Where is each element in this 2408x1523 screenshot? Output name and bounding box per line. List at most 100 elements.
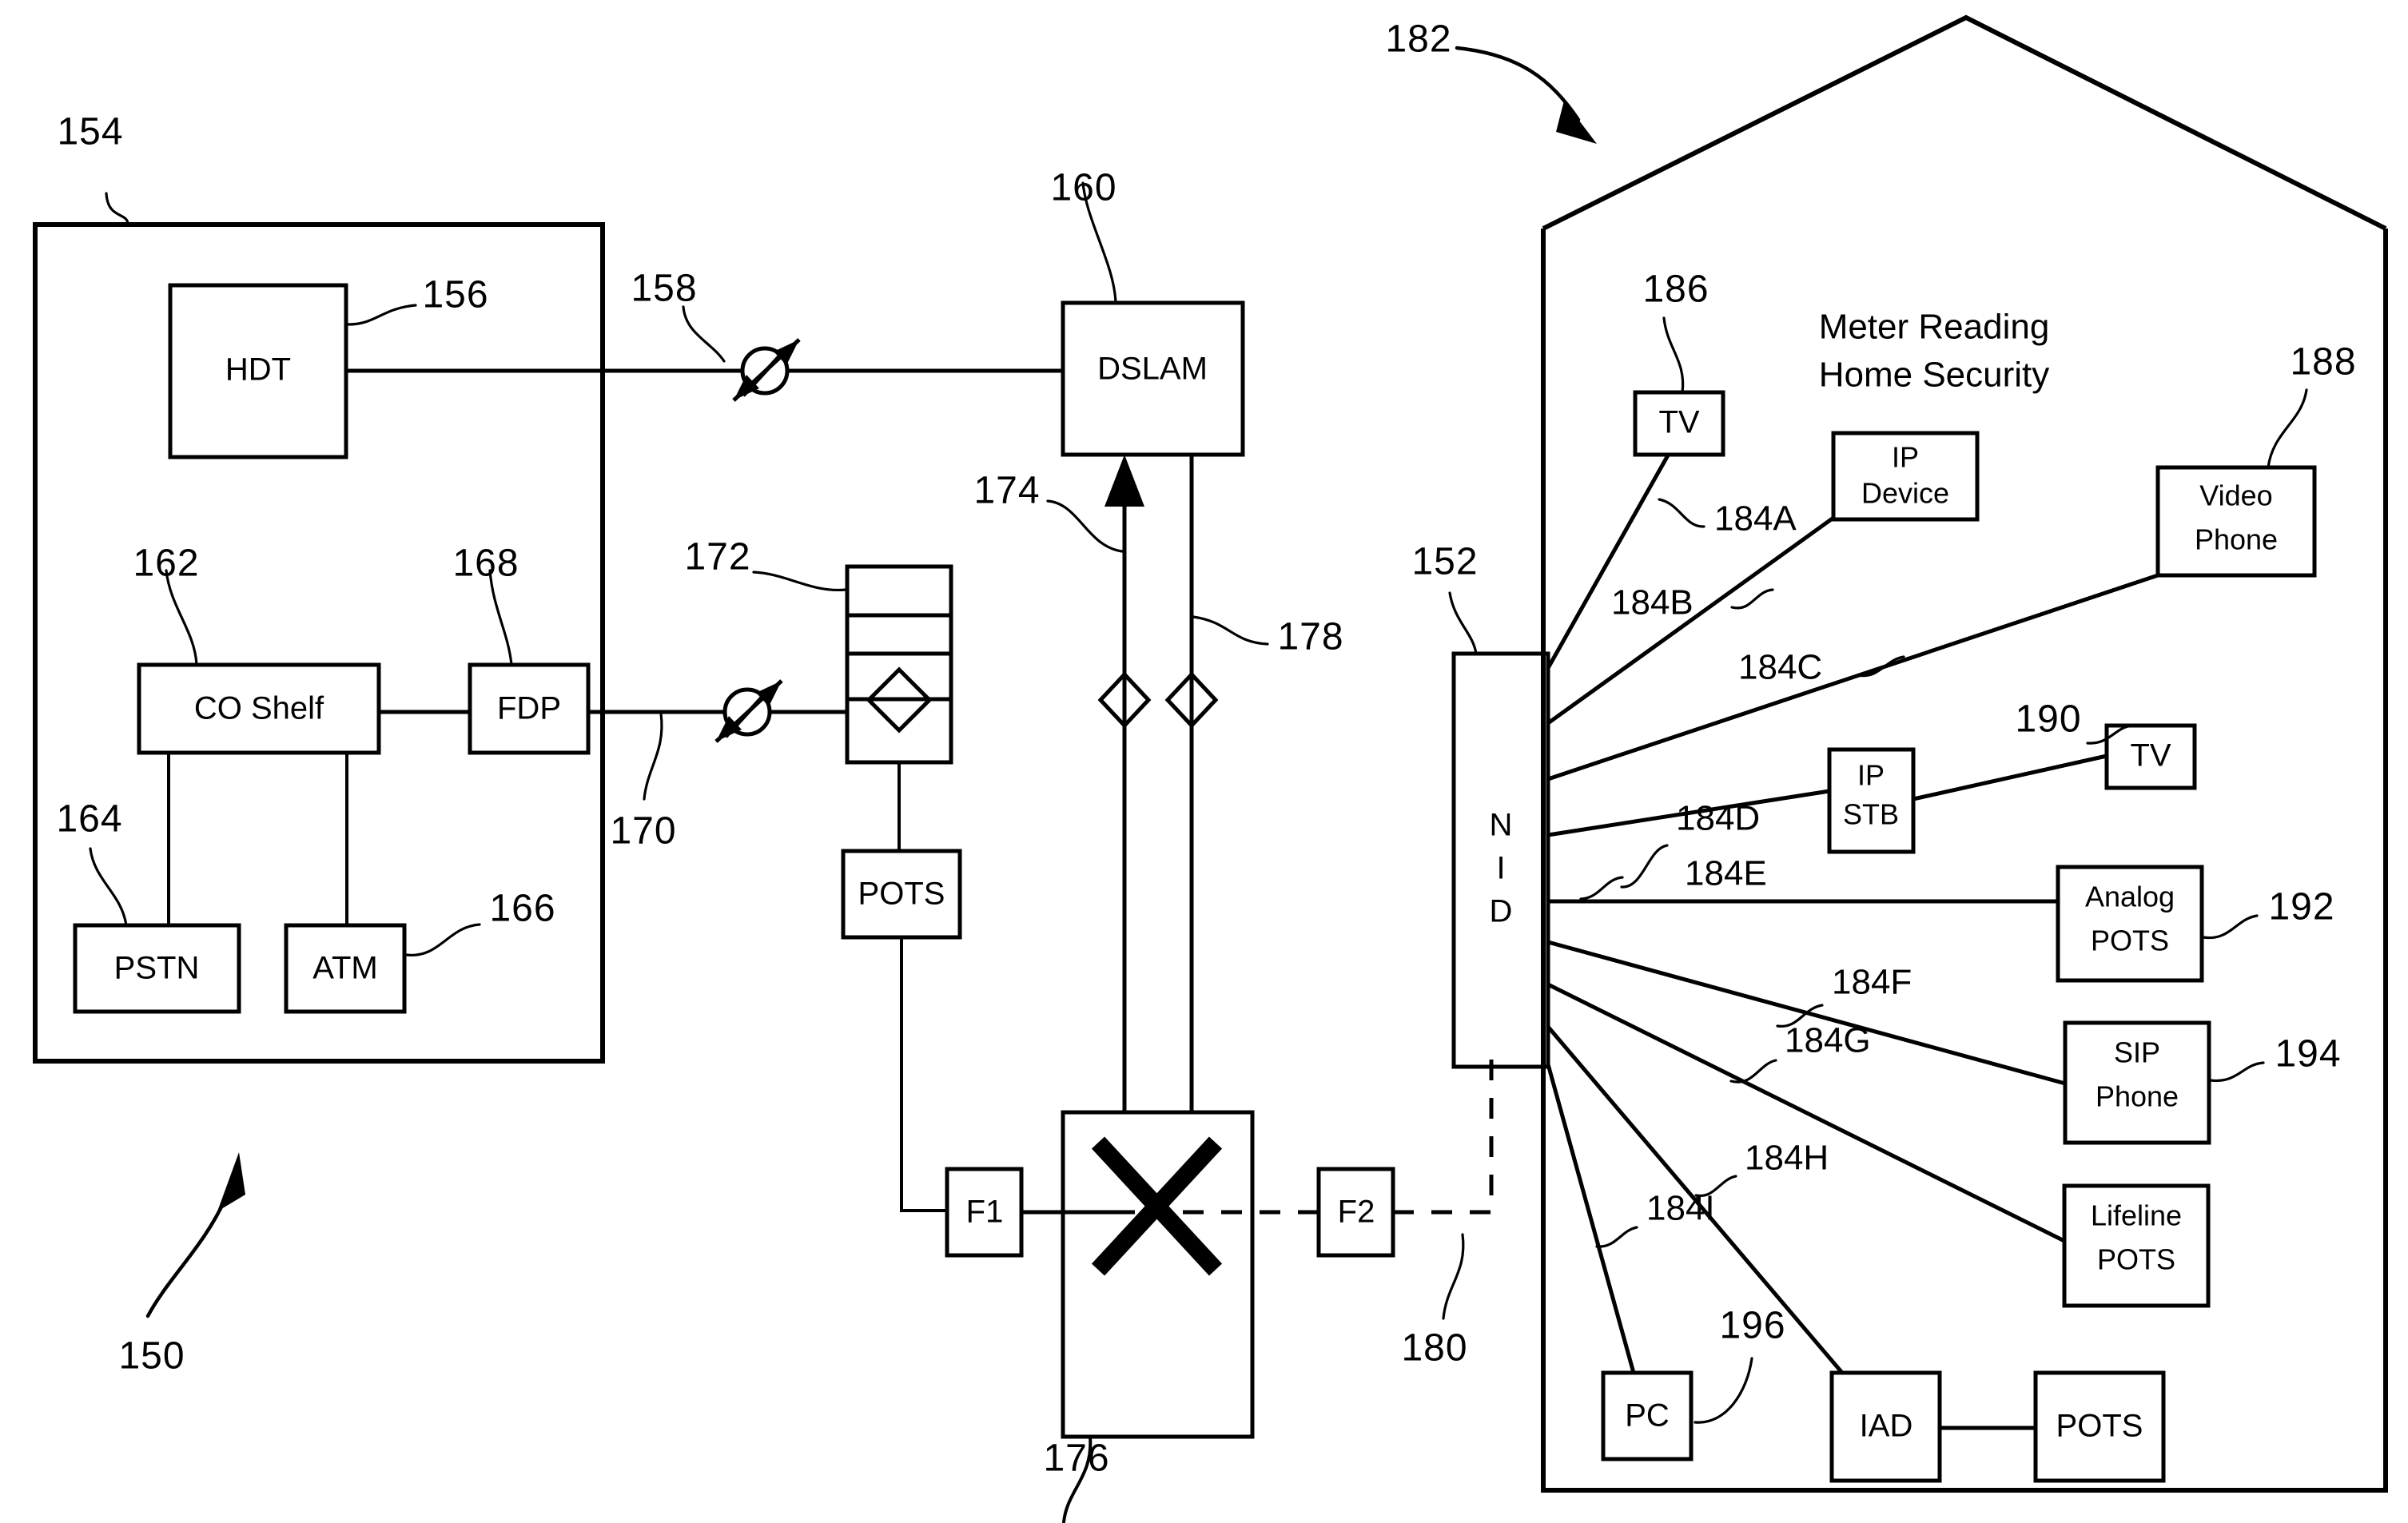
arrow-shaft-182: [1455, 46, 1581, 122]
pstn-label: PSTN: [114, 951, 200, 986]
sip-phone-label-line1: SIP: [2114, 1036, 2160, 1069]
leader-178: [1192, 615, 1269, 646]
ref-154: 154: [57, 111, 123, 153]
ip-stb-label-line2: STB: [1843, 798, 1899, 831]
leader-162: [165, 569, 198, 666]
ref-192: 192: [2268, 886, 2334, 929]
tv-label: TV: [1658, 405, 1699, 440]
leader-166: [404, 923, 481, 956]
leader-188: [2267, 388, 2308, 469]
fiber-upstream-arrowhead: [1104, 455, 1144, 507]
leader-164: [89, 847, 128, 927]
pots-co-label: POTS: [858, 877, 945, 912]
dslam-label: DSLAM: [1097, 352, 1208, 387]
ref-156: 156: [422, 274, 488, 316]
lifeline-pots-label-line2: POTS: [2097, 1243, 2175, 1276]
ref-158: 158: [631, 268, 697, 310]
dashed-drop-180: [1393, 1059, 1494, 1215]
ref-184B: 184B: [1611, 583, 1694, 622]
ref-184F: 184F: [1832, 963, 1912, 1002]
leader-168: [488, 569, 513, 666]
figure-canvas: 154 HDT 156 CO Shelf 162 FDP 168 PSTN 16…: [33, 14, 2388, 1523]
f2-label: F2: [1338, 1195, 1375, 1230]
arrow-head-150: [217, 1152, 245, 1211]
leader-186: [1662, 316, 1685, 394]
ip-device-label-line2: Device: [1861, 477, 1949, 510]
ref-196: 196: [1719, 1305, 1785, 1347]
ref-178: 178: [1277, 616, 1343, 658]
wire-pots-f1: [900, 937, 947, 1212]
central-office-enclosure: [33, 222, 605, 1064]
arrow-shaft-150: [145, 1196, 228, 1318]
ref-166: 166: [489, 888, 555, 930]
ref-184A: 184A: [1714, 499, 1797, 539]
leader-174: [1046, 499, 1124, 553]
ip-stb-label-line1: IP: [1857, 759, 1885, 792]
ref-150: 150: [118, 1335, 185, 1378]
ref-190: 190: [2015, 698, 2081, 741]
ref-160: 160: [1050, 167, 1116, 209]
ref-168: 168: [452, 543, 519, 585]
leader-196: [1694, 1357, 1753, 1424]
caption-home-security: Home Security: [1819, 356, 2050, 395]
nid-letter-i: I: [1496, 851, 1505, 886]
ref-184E: 184E: [1685, 854, 1767, 893]
ref-184H: 184H: [1745, 1139, 1829, 1178]
leader-192: [2202, 914, 2259, 940]
atm-label: ATM: [312, 951, 377, 986]
crossconnect-box: [1061, 1110, 1255, 1439]
nid-letter-d: D: [1490, 894, 1513, 929]
leader-184A: [1658, 498, 1706, 528]
leader-156: [347, 304, 417, 326]
ref-188: 188: [2290, 341, 2356, 384]
leader-194: [2209, 1061, 2265, 1083]
video-phone-label-line1: Video: [2199, 479, 2272, 512]
leader-184D: [1620, 844, 1669, 889]
ref-164: 164: [56, 798, 122, 841]
leader-184B: [1730, 588, 1774, 610]
ref-174: 174: [973, 470, 1040, 512]
ref-170: 170: [610, 810, 676, 853]
leader-190: [2086, 724, 2134, 745]
leader-180: [1442, 1233, 1465, 1320]
wire-ipstb-tv2: [1912, 754, 2107, 801]
ref-184C: 184C: [1738, 648, 1822, 687]
house-roof: [1542, 14, 2387, 231]
ip-device-label-line1: IP: [1892, 441, 1919, 474]
co-shelf-label: CO Shelf: [194, 691, 324, 726]
sip-phone-label-line2: Phone: [2096, 1080, 2179, 1113]
video-phone-label-line2: Phone: [2195, 523, 2278, 556]
patent-figure: 154 HDT 156 CO Shelf 162 FDP 168 PSTN 16…: [0, 0, 2408, 1523]
leader-152: [1448, 591, 1478, 655]
lifeline-pots-label-line1: Lifeline: [2091, 1199, 2182, 1232]
leader-184I: [1595, 1226, 1638, 1248]
ref-162: 162: [133, 543, 199, 585]
ref-184G: 184G: [1785, 1021, 1871, 1060]
iad-pots-label: POTS: [2056, 1409, 2143, 1444]
leader-172: [752, 571, 847, 592]
analog-pots-label-line2: POTS: [2091, 925, 2169, 957]
ref-176: 176: [1043, 1438, 1109, 1480]
ref-186: 186: [1642, 268, 1709, 311]
caption-meter-reading: Meter Reading: [1819, 308, 2050, 347]
ref-180: 180: [1401, 1327, 1467, 1370]
ref-184I: 184I: [1646, 1189, 1715, 1228]
ref-194: 194: [2275, 1033, 2341, 1076]
fdp-label: FDP: [497, 691, 561, 726]
leader-170: [643, 712, 663, 801]
ref-152: 152: [1411, 541, 1478, 583]
leader-158: [682, 305, 726, 363]
leader-154: [105, 192, 129, 226]
ref-182: 182: [1385, 18, 1451, 61]
pc-label: PC: [1625, 1398, 1670, 1434]
iad-label: IAD: [1860, 1409, 1913, 1444]
f1-label: F1: [966, 1195, 1004, 1230]
hdt-label: HDT: [225, 352, 291, 388]
nid-letter-n: N: [1490, 808, 1513, 843]
branch-line-184A: [1546, 452, 1671, 670]
ref-184D: 184D: [1676, 799, 1760, 838]
analog-pots-label-line1: Analog: [2085, 881, 2175, 913]
arrow-head-182: [1556, 101, 1597, 144]
leader-184E: [1579, 876, 1624, 901]
ref-172: 172: [684, 536, 750, 579]
